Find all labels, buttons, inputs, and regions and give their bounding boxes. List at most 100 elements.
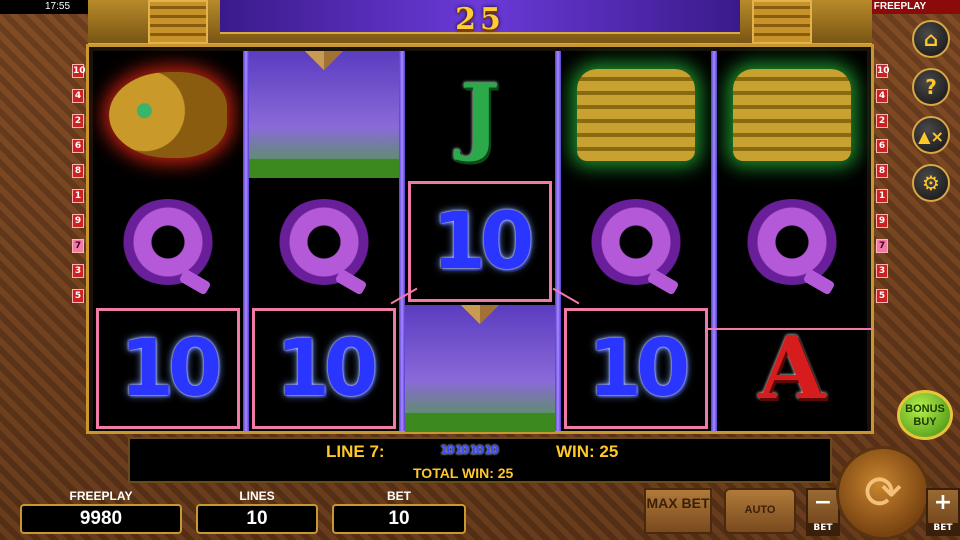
line-marker[interactable]: 4 xyxy=(72,89,84,103)
pyramid-icon xyxy=(405,305,555,432)
j-icon: J xyxy=(460,65,500,164)
max-bet-button[interactable]: MAX BET xyxy=(644,488,712,534)
line-marker[interactable]: 5 xyxy=(876,289,888,303)
ten-icon: 10 xyxy=(587,323,691,414)
symbol-10: 10 xyxy=(561,305,711,432)
line-marker[interactable]: 8 xyxy=(876,164,888,178)
q-icon xyxy=(276,198,372,285)
symbol-a: A xyxy=(717,305,867,432)
lines-label: LINES xyxy=(239,489,275,503)
reel-2: 10 xyxy=(249,51,399,431)
freeplay-meter: FREEPLAY 9980 xyxy=(20,488,182,540)
line-marker[interactable]: 9 xyxy=(72,214,84,228)
help-button[interactable]: ? xyxy=(912,68,950,106)
line-marker[interactable]: 2 xyxy=(876,114,888,128)
a-icon: A xyxy=(758,318,826,419)
line-marker[interactable]: 4 xyxy=(876,89,888,103)
gear-icon: ⚙ xyxy=(922,171,940,195)
line-marker-active[interactable]: 7 xyxy=(72,239,84,253)
jaguar-idol-icon xyxy=(733,68,851,161)
bet-plus-caption: BET xyxy=(928,523,958,534)
symbol-10: 10 xyxy=(249,305,399,432)
bet-meter[interactable]: BET 10 xyxy=(332,488,466,540)
spin-icon: ⟳ xyxy=(863,465,903,519)
symbol-q xyxy=(249,178,399,305)
symbol-q xyxy=(561,178,711,305)
ten-icon: 10 xyxy=(431,196,535,287)
line-marker-active[interactable]: 7 xyxy=(876,239,888,253)
mini-ten-icon: 10 xyxy=(440,443,455,457)
lines-meter[interactable]: LINES 10 xyxy=(196,488,318,540)
line-marker[interactable]: 9 xyxy=(876,214,888,228)
symbol-10: 10 xyxy=(405,178,555,305)
home-icon: ⌂ xyxy=(923,27,939,51)
symbol-q xyxy=(93,178,243,305)
win-display: 25 xyxy=(455,2,505,37)
total-win-label: TOTAL WIN: 25 xyxy=(413,465,514,481)
symbol-j: J xyxy=(405,51,555,178)
line-markers-right: 10 4 2 6 8 1 9 7 3 5 xyxy=(876,64,890,314)
reel-1: 10 xyxy=(93,51,243,431)
reel-4: 10 xyxy=(561,51,711,431)
q-icon xyxy=(120,198,216,285)
mini-ten-icon: 10 xyxy=(484,443,499,457)
reels-frame: 10 10 J 10 10 A xyxy=(86,44,874,434)
mini-ten-icon: 10 xyxy=(454,443,470,457)
symbol-fish-idol xyxy=(93,51,243,178)
line-marker[interactable]: 1 xyxy=(876,189,888,203)
clock: 17:55 xyxy=(45,1,71,12)
reel-5: A xyxy=(717,51,867,431)
lines-value[interactable]: 10 xyxy=(196,504,318,534)
bet-minus-caption: BET xyxy=(808,523,838,534)
line-markers-left: 10 4 2 6 8 1 9 7 3 5 xyxy=(72,64,86,314)
settings-button[interactable]: ⚙ xyxy=(912,164,950,202)
help-icon: ? xyxy=(925,75,937,99)
win-info-panel: LINE 7: 10 10 10 10 WIN: 25 TOTAL WIN: 2… xyxy=(128,437,832,483)
freeplay-label: FREEPLAY xyxy=(69,489,133,503)
line-label: LINE 7: xyxy=(326,442,385,461)
bonus-buy-button[interactable]: BONUS BUY xyxy=(897,390,953,440)
bet-label: BET xyxy=(387,489,411,503)
symbol-pyramid xyxy=(249,51,399,178)
home-button[interactable]: ⌂ xyxy=(912,20,950,58)
ten-icon: 10 xyxy=(119,323,223,414)
spin-button[interactable]: ⟳ xyxy=(836,446,930,540)
line-marker[interactable]: 6 xyxy=(72,139,84,153)
bet-minus-button[interactable]: − BET xyxy=(806,488,840,536)
minus-icon: − xyxy=(813,490,833,515)
pyramid-icon xyxy=(249,51,399,178)
line-symbols: 10 10 10 10 xyxy=(440,443,499,457)
q-icon xyxy=(744,198,840,285)
freeplay-value: 9980 xyxy=(20,504,182,534)
plus-icon: + xyxy=(933,490,953,515)
symbol-q xyxy=(717,178,867,305)
symbol-pyramid xyxy=(405,305,555,432)
line-marker[interactable]: 3 xyxy=(72,264,84,278)
win-label: WIN: 25 xyxy=(556,442,619,461)
auto-button[interactable]: AUTO xyxy=(724,488,796,534)
line-marker[interactable]: 1 xyxy=(72,189,84,203)
symbol-jaguar-idol xyxy=(561,51,711,178)
symbol-jaguar-idol xyxy=(717,51,867,178)
ten-icon: 10 xyxy=(275,323,379,414)
line-marker[interactable]: 3 xyxy=(876,264,888,278)
line-marker[interactable]: 5 xyxy=(72,289,84,303)
line-marker[interactable]: 10 xyxy=(72,64,86,78)
left-idol-ornament xyxy=(148,0,208,44)
sound-muted-icon: ▲× xyxy=(918,127,944,146)
mini-ten-icon: 10 xyxy=(469,443,484,457)
symbol-10: 10 xyxy=(93,305,243,432)
reel-3: J 10 xyxy=(405,51,555,432)
bet-plus-button[interactable]: + BET xyxy=(926,488,960,536)
sound-button[interactable]: ▲× xyxy=(912,116,950,154)
line-marker[interactable]: 10 xyxy=(876,64,890,78)
line-marker[interactable]: 2 xyxy=(72,114,84,128)
fish-idol-icon xyxy=(109,71,227,158)
auto-label: AUTO xyxy=(744,504,776,516)
payline-segment xyxy=(707,328,873,330)
jaguar-idol-icon xyxy=(577,68,695,161)
bet-value[interactable]: 10 xyxy=(332,504,466,534)
line-marker[interactable]: 6 xyxy=(876,139,888,153)
line-marker[interactable]: 8 xyxy=(72,164,84,178)
q-icon xyxy=(588,198,684,285)
